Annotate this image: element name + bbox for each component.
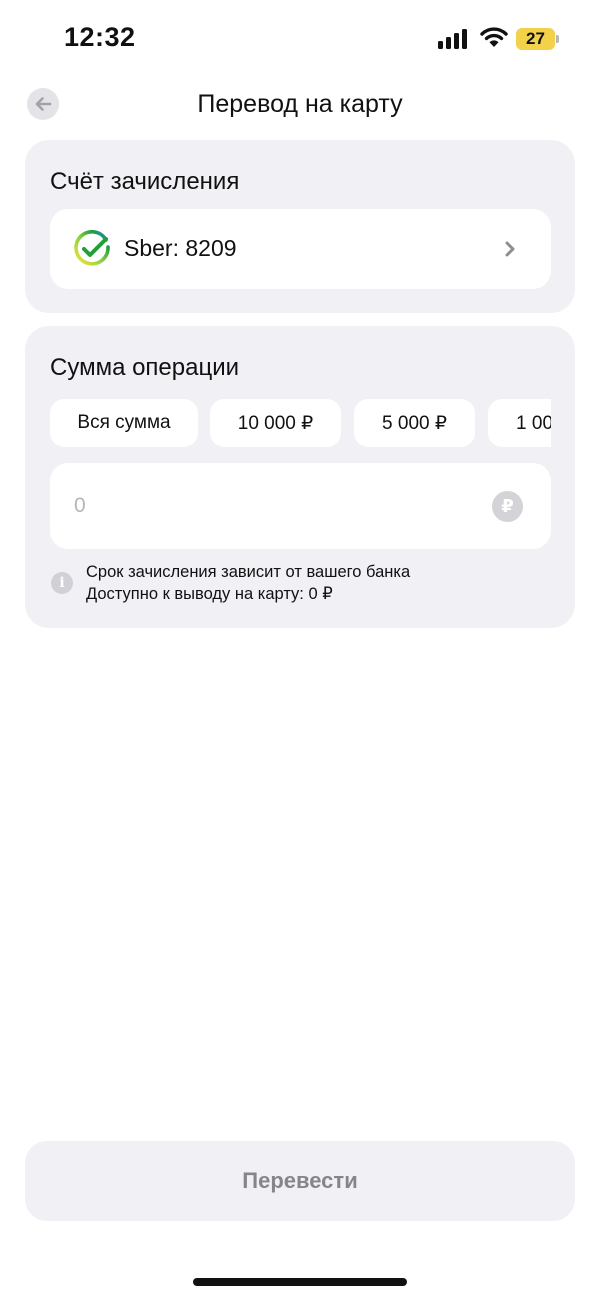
amount-card: Сумма операции Вся сумма 10 000 ₽ 5 000 …: [25, 326, 575, 628]
amount-field: ₽: [50, 463, 551, 549]
chip-10000[interactable]: 10 000 ₽: [210, 399, 341, 447]
account-section-title: Счёт зачисления: [50, 168, 240, 195]
account-card: Счёт зачисления Sber: 8209: [25, 140, 575, 313]
battery-icon: 27: [516, 28, 560, 50]
chip-5000[interactable]: 5 000 ₽: [354, 399, 475, 447]
account-selector[interactable]: Sber: 8209: [50, 209, 551, 289]
ruble-icon: ₽: [492, 491, 523, 522]
info-text-timing: Срок зачисления зависит от вашего банка: [86, 563, 411, 581]
sber-logo-icon: [74, 230, 110, 266]
info-icon: i: [51, 572, 73, 594]
amount-input[interactable]: [74, 487, 454, 525]
chip-1000[interactable]: 1 000 ₽: [488, 399, 551, 447]
home-indicator[interactable]: [193, 1278, 407, 1286]
account-name: Sber: 8209: [124, 235, 237, 261]
status-bar: 12:32 27: [0, 0, 600, 80]
battery-level: 27: [516, 28, 555, 50]
amount-chips: Вся сумма 10 000 ₽ 5 000 ₽ 1 000 ₽: [50, 399, 551, 447]
info-text-available: Доступно к выводу на карту: 0 ₽: [86, 585, 333, 603]
transfer-button[interactable]: Перевести: [25, 1141, 575, 1221]
signal-icon: [438, 29, 470, 49]
page-title: Перевод на карту: [197, 90, 403, 118]
chevron-right-icon: [505, 241, 515, 257]
chip-all-amount[interactable]: Вся сумма: [50, 399, 198, 447]
status-time: 12:32: [64, 22, 136, 52]
screen: 12:32 27 Перевод на карту Счёт зачислени…: [0, 0, 600, 1297]
wifi-icon: [480, 26, 508, 48]
amount-section-title: Сумма операции: [50, 354, 240, 381]
